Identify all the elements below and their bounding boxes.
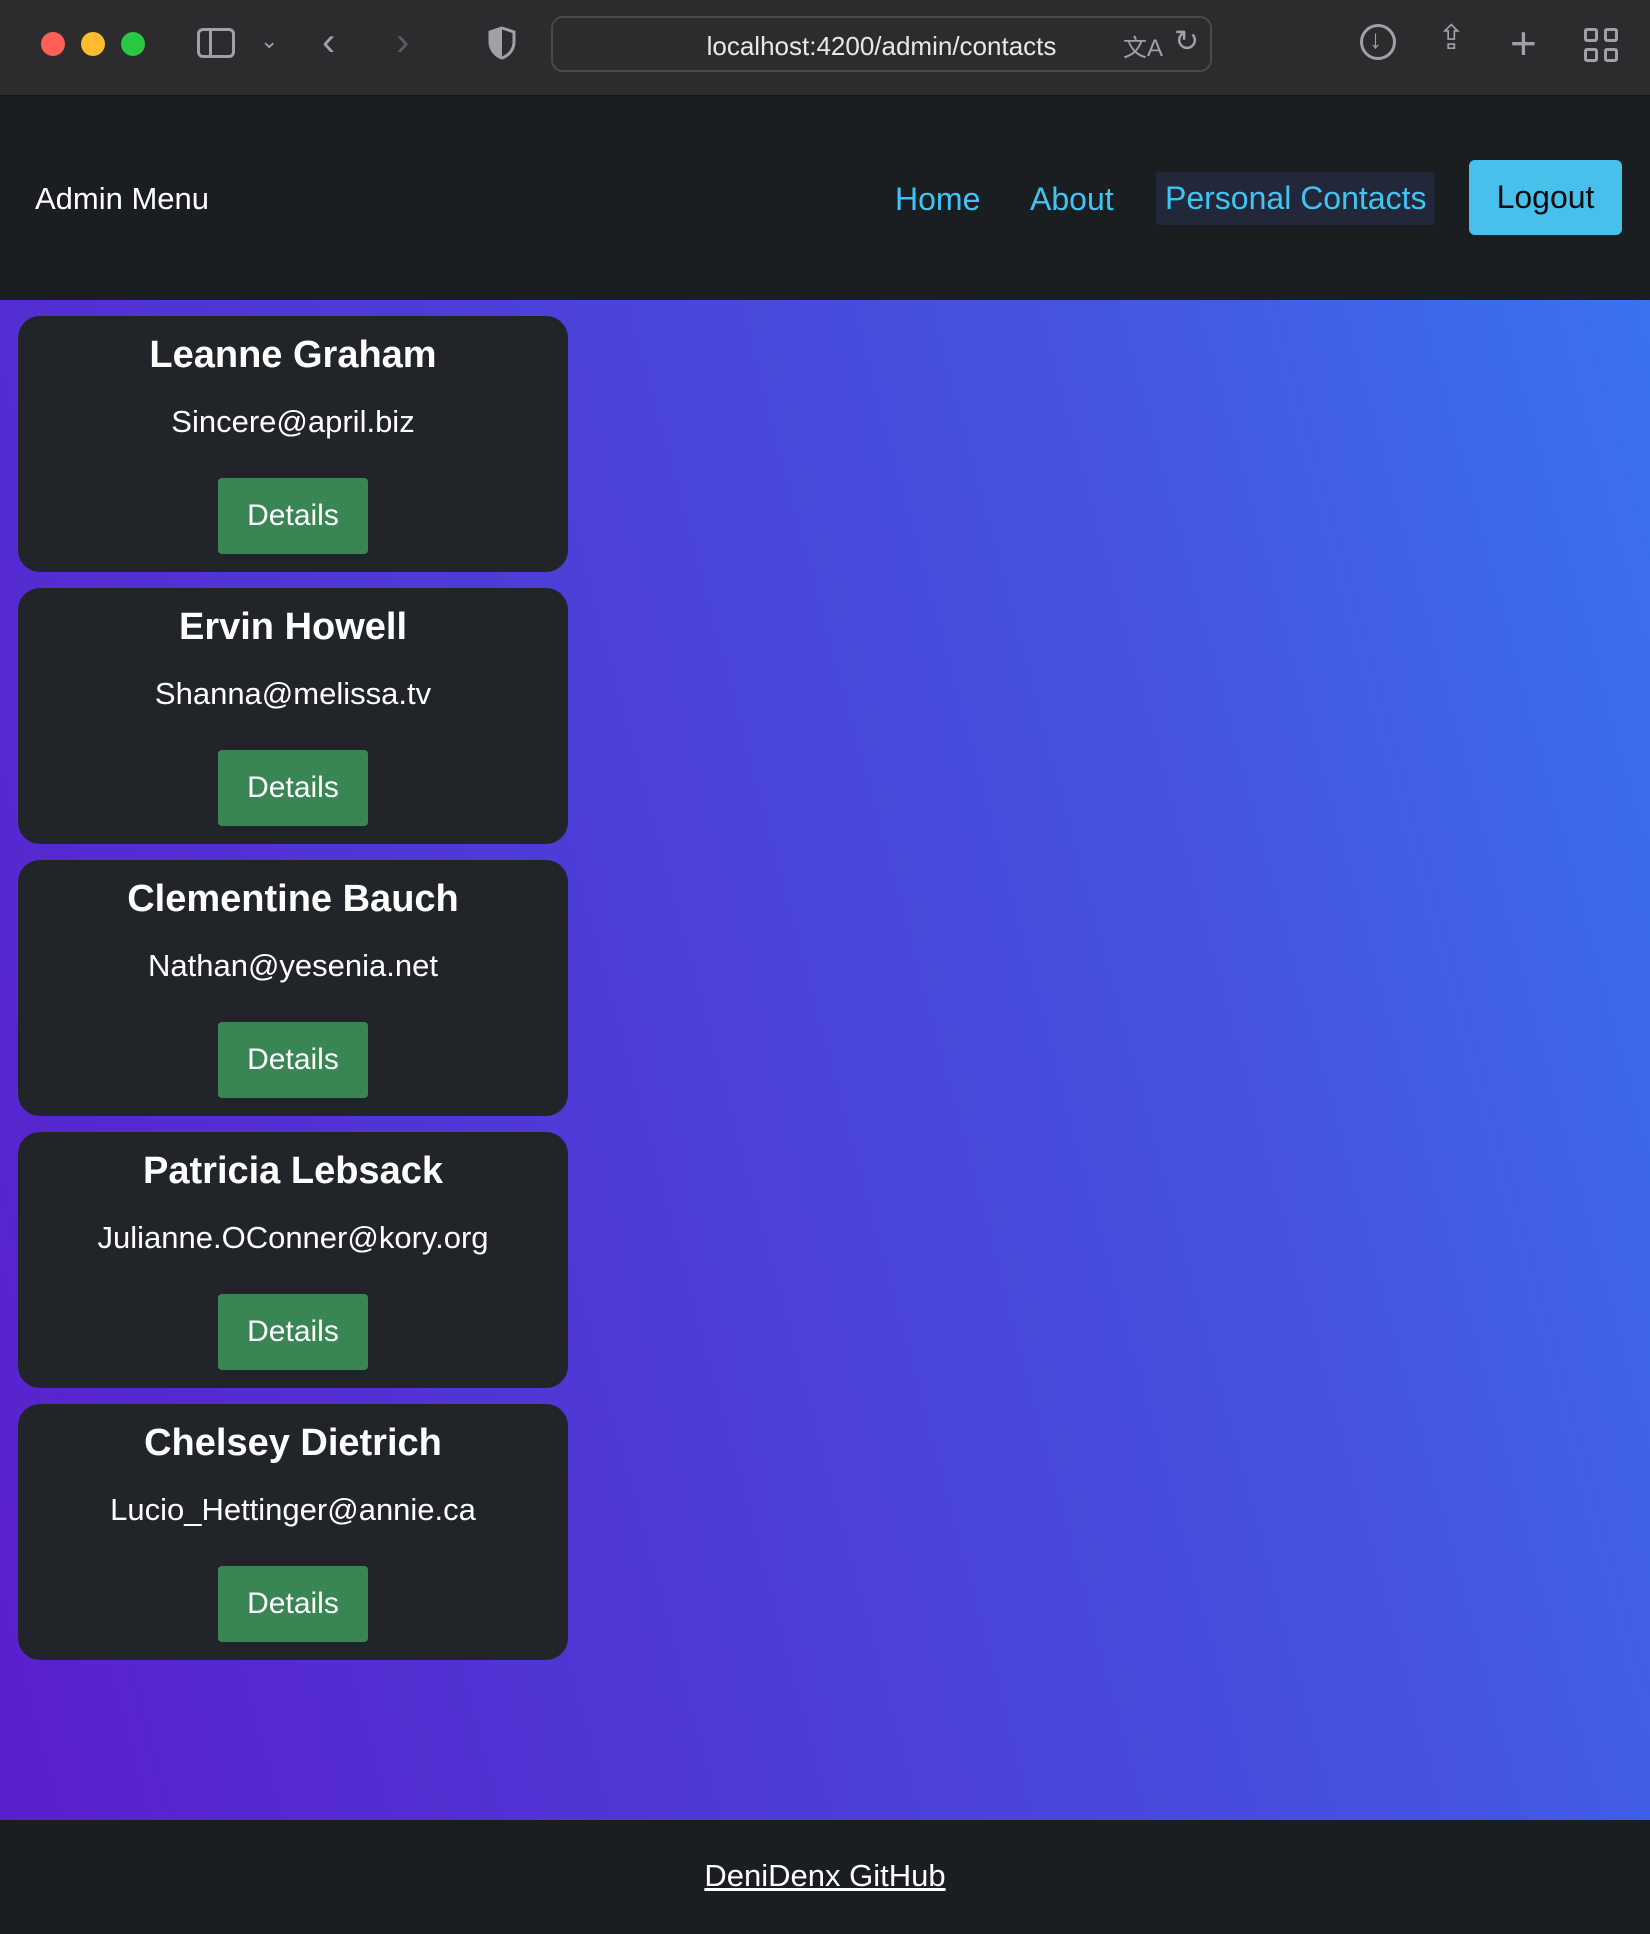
zoom-window-button[interactable] bbox=[121, 32, 145, 56]
contact-email: Nathan@yesenia.net bbox=[148, 948, 438, 983]
translate-icon[interactable]: 文A bbox=[1123, 28, 1163, 63]
close-window-button[interactable] bbox=[41, 32, 65, 56]
tab-overview-icon[interactable] bbox=[1584, 28, 1618, 62]
contact-name: Ervin Howell bbox=[178, 606, 408, 648]
chevron-down-icon[interactable]: ⌄ bbox=[260, 28, 278, 54]
details-button[interactable]: Details bbox=[218, 750, 368, 826]
contact-email: Sincere@april.biz bbox=[171, 404, 415, 439]
navbar-brand[interactable]: Admin Menu bbox=[35, 181, 209, 217]
back-arrow-icon[interactable]: ‹ bbox=[322, 20, 335, 65]
sidebar-toggle-icon[interactable] bbox=[197, 28, 235, 58]
contact-card: Chelsey Dietrich Lucio_Hettinger@annie.c… bbox=[18, 1404, 568, 1660]
download-icon[interactable] bbox=[1360, 24, 1396, 60]
contact-name: Chelsey Dietrich bbox=[144, 1422, 442, 1464]
contact-card: Clementine Bauch Nathan@yesenia.net Deta… bbox=[18, 860, 568, 1116]
forward-arrow-icon[interactable]: › bbox=[396, 20, 409, 65]
new-tab-icon[interactable]: + bbox=[1510, 16, 1537, 70]
main-content: Leanne Graham Sincere@april.biz Details … bbox=[0, 300, 1650, 1820]
contact-name: Clementine Bauch bbox=[127, 878, 459, 920]
browser-toolbar: ⌄ ‹ › localhost:4200/admin/contacts 文A ↻… bbox=[0, 0, 1650, 96]
minimize-window-button[interactable] bbox=[81, 32, 105, 56]
details-button[interactable]: Details bbox=[218, 1022, 368, 1098]
navbar: Admin Menu Home About Personal Contacts … bbox=[0, 97, 1650, 300]
contact-card: Ervin Howell Shanna@melissa.tv Details bbox=[18, 588, 568, 844]
privacy-shield-icon[interactable] bbox=[487, 26, 517, 60]
contact-name: Leanne Graham bbox=[149, 334, 437, 376]
contact-email: Lucio_Hettinger@annie.ca bbox=[110, 1492, 476, 1527]
nav-link-personal-contacts[interactable]: Personal Contacts bbox=[1156, 172, 1436, 225]
contact-card: Patricia Lebsack Julianne.OConner@kory.o… bbox=[18, 1132, 568, 1388]
details-button[interactable]: Details bbox=[218, 1294, 368, 1370]
address-bar[interactable]: localhost:4200/admin/contacts bbox=[551, 16, 1212, 72]
contact-email: Julianne.OConner@kory.org bbox=[97, 1220, 489, 1255]
github-link[interactable]: DeniDenx GitHub bbox=[0, 1858, 1650, 1894]
reload-icon[interactable]: ↻ bbox=[1174, 24, 1199, 59]
contact-name: Patricia Lebsack bbox=[143, 1150, 443, 1192]
logout-button[interactable]: Logout bbox=[1469, 160, 1622, 235]
contact-email: Shanna@melissa.tv bbox=[154, 676, 432, 711]
nav-link-home[interactable]: Home bbox=[895, 181, 980, 218]
footer: DeniDenx GitHub bbox=[0, 1820, 1650, 1934]
details-button[interactable]: Details bbox=[218, 1566, 368, 1642]
details-button[interactable]: Details bbox=[218, 478, 368, 554]
share-icon[interactable]: ⇪ bbox=[1437, 18, 1466, 58]
contact-card: Leanne Graham Sincere@april.biz Details bbox=[18, 316, 568, 572]
url-text: localhost:4200/admin/contacts bbox=[706, 31, 1057, 61]
nav-link-about[interactable]: About bbox=[1030, 181, 1114, 218]
